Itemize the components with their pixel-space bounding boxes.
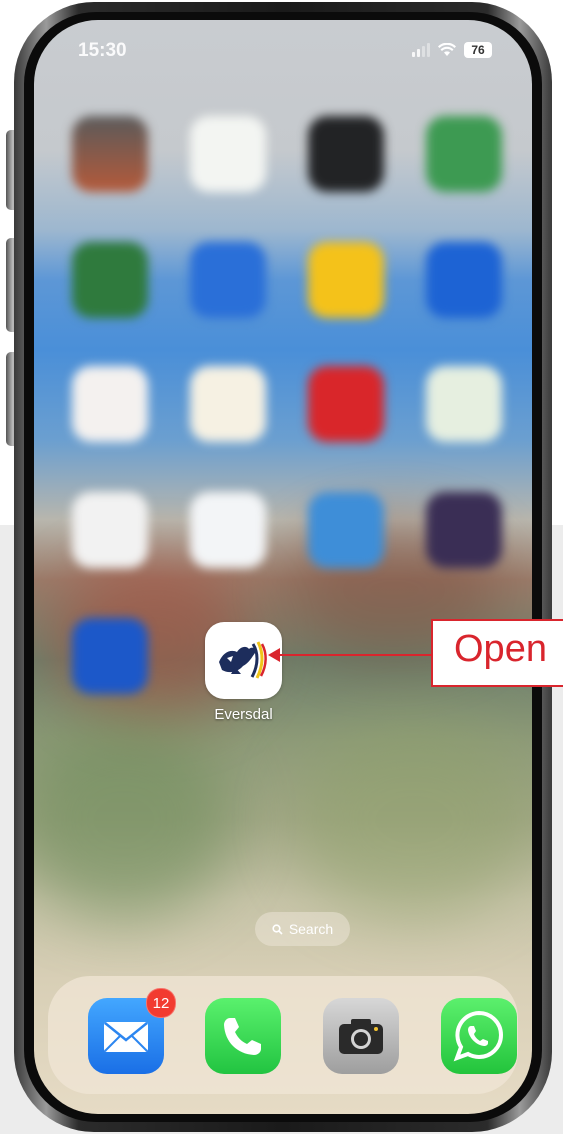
search-button[interactable]: Search [255, 912, 350, 946]
search-label: Search [288, 921, 334, 937]
blurred-app-icon[interactable] [72, 492, 148, 568]
blurred-app-icon[interactable] [190, 116, 266, 192]
dock: 12 [48, 976, 518, 1094]
mail-app-icon[interactable]: 12 [88, 988, 176, 1074]
search-icon [272, 923, 283, 935]
phone-icon [224, 1018, 261, 1055]
whatsapp-app-icon[interactable] [441, 998, 517, 1074]
camera-app-icon[interactable] [323, 998, 399, 1074]
blurred-app-icon[interactable] [190, 366, 266, 442]
blurred-app-icon[interactable] [72, 366, 148, 442]
blurred-app-icon[interactable] [308, 242, 384, 318]
mail-badge: 12 [146, 988, 176, 1018]
blurred-app-icon[interactable] [72, 242, 148, 318]
phone-app-icon[interactable] [205, 998, 281, 1074]
annotation-arrow-line [278, 654, 432, 656]
wifi-icon [438, 43, 456, 56]
annotation-text: Open [454, 628, 547, 670]
blurred-app-icon[interactable] [426, 492, 502, 568]
status-time: 15:30 [78, 40, 127, 61]
status-icons: 76 [412, 42, 492, 58]
eversdal-app-label: Eversdal [214, 706, 273, 723]
blurred-app-icon[interactable] [308, 492, 384, 568]
phone-frame: 15:30 76 Eversdal Search 12 [14, 2, 552, 1132]
blurred-app-icon[interactable] [72, 618, 148, 694]
home-screen: 15:30 76 Eversdal Search 12 [34, 20, 532, 1114]
blurred-app-icon[interactable] [426, 242, 502, 318]
blurred-app-icon[interactable] [72, 116, 148, 192]
whatsapp-icon [453, 1010, 503, 1062]
blurred-app-icon[interactable] [308, 366, 384, 442]
battery-indicator: 76 [464, 42, 492, 58]
annotation-arrow-head [268, 648, 280, 662]
blurred-app-icon[interactable] [426, 366, 502, 442]
blurred-app-icon[interactable] [190, 492, 266, 568]
signal-icon [412, 43, 430, 57]
camera-icon [339, 1019, 383, 1054]
blurred-app-icon[interactable] [426, 116, 502, 192]
blurred-app-icon[interactable] [190, 242, 266, 318]
blurred-app-icon[interactable] [308, 116, 384, 192]
